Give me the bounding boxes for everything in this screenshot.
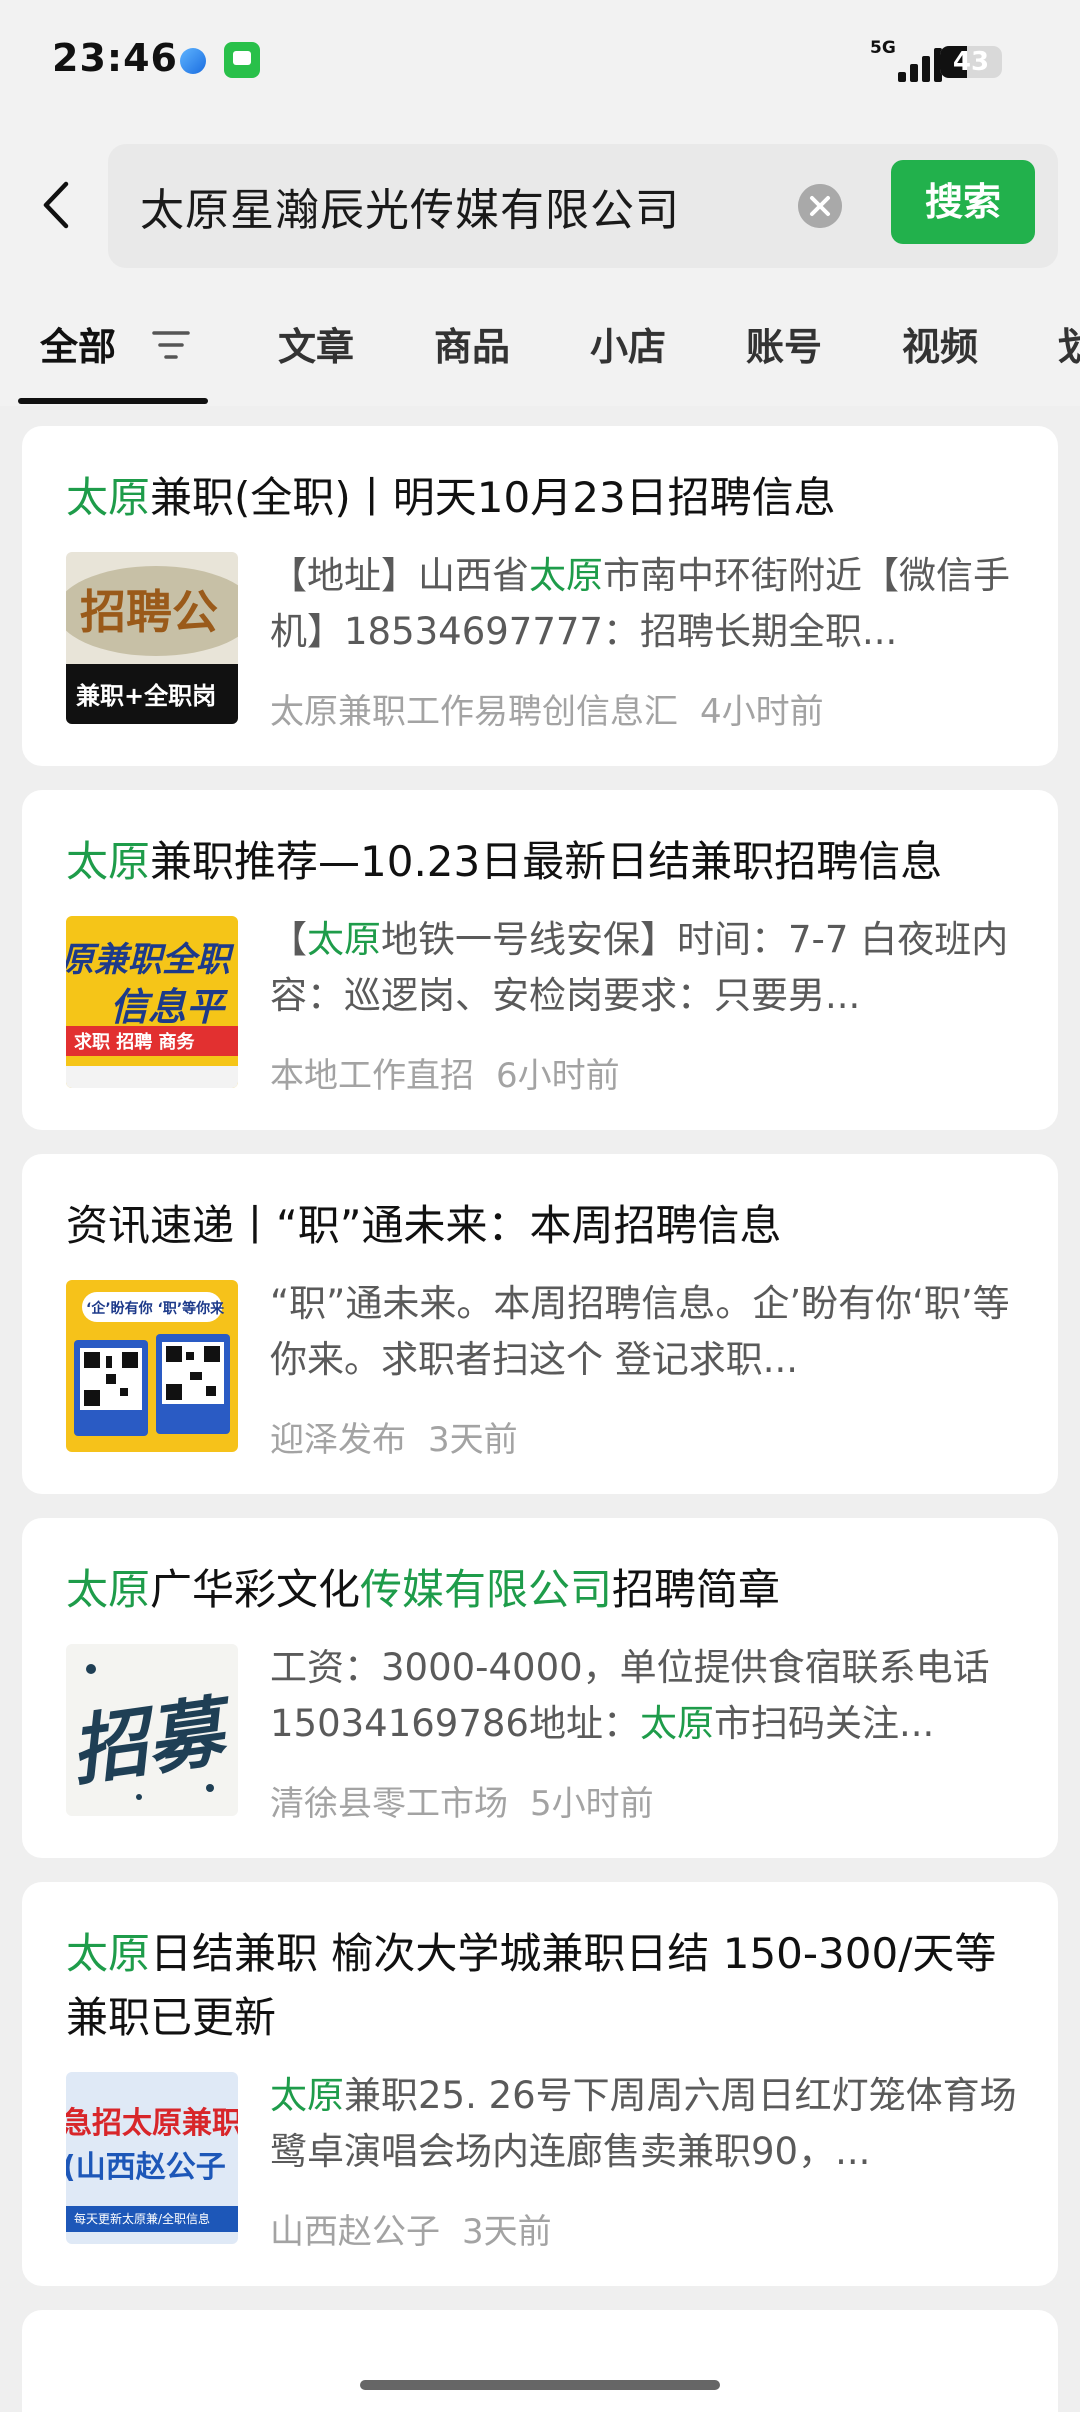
tab-products[interactable]: 商品 bbox=[434, 316, 510, 371]
result-meta: 清徐县零工市场 5小时前 bbox=[270, 1776, 654, 1825]
job-platform-banner-icon: 原兼职全职 信息平 求职 招聘 商务 bbox=[66, 916, 238, 1088]
battery-icon: 43 bbox=[940, 46, 1002, 78]
thumb-tagline: 每天更新太原兼/全职信息 bbox=[74, 2212, 211, 2226]
home-indicator[interactable] bbox=[360, 2380, 720, 2390]
status-time: 23:46 bbox=[52, 36, 178, 80]
result-source: 太原兼职工作易聘创信息汇 bbox=[270, 692, 678, 732]
keyword-highlight: 太原 bbox=[66, 1929, 151, 1978]
keyword-highlight: 传媒有限公司 bbox=[360, 1565, 613, 1614]
clear-icon[interactable] bbox=[798, 184, 842, 228]
recruit-poster-icon: 招聘公 兼职+全职岗 bbox=[66, 552, 238, 724]
text-segment: 日结兼职 榆次大学城兼职日结 150-300/天等兼职已更新 bbox=[66, 1929, 997, 2042]
search-header: 太原星瀚辰光传媒有限公司 搜索 bbox=[0, 120, 1080, 290]
result-meta: 迎泽发布 3天前 bbox=[270, 1412, 518, 1461]
result-card[interactable]: 太原兼职(全职)丨明天10月23日招聘信息 招聘公 兼职+全职岗 【地址】山西省… bbox=[22, 426, 1058, 766]
results-list: 太原兼职(全职)丨明天10月23日招聘信息 招聘公 兼职+全职岗 【地址】山西省… bbox=[0, 406, 1080, 2412]
text-segment: 市扫码关注... bbox=[713, 1702, 935, 1745]
tab-articles[interactable]: 文章 bbox=[278, 316, 354, 371]
result-snippet: 【地址】山西省太原市南中环街附近【微信手机】18534697777：招聘长期全职… bbox=[270, 548, 1030, 660]
tab-shops[interactable]: 小店 bbox=[590, 316, 666, 371]
thumb-caption: 招募 bbox=[66, 1686, 229, 1797]
result-snippet: 工资：3000-4000，单位提供食宿联系电话15034169786地址：太原市… bbox=[270, 1640, 1030, 1752]
result-title[interactable]: 太原兼职(全职)丨明天10月23日招聘信息 bbox=[66, 466, 1036, 530]
result-card[interactable]: 太原兼职推荐—10.23日最新日结兼职招聘信息 原兼职全职 信息平 求职 招聘 … bbox=[22, 790, 1058, 1130]
result-card-partial[interactable] bbox=[22, 2310, 1058, 2412]
filter-icon[interactable] bbox=[150, 328, 192, 362]
tab-all[interactable]: 全部 bbox=[40, 316, 116, 371]
result-title[interactable]: 太原兼职推荐—10.23日最新日结兼职招聘信息 bbox=[66, 830, 1036, 894]
result-time: 5小时前 bbox=[530, 1784, 654, 1824]
search-button[interactable]: 搜索 bbox=[891, 160, 1035, 244]
text-segment: 兼职25. 26号下周周六周日红灯笼体育场鹭卓演唱会场内连廊售卖兼职90，... bbox=[270, 2074, 1017, 2173]
result-source: 迎泽发布 bbox=[270, 1420, 406, 1460]
result-title[interactable]: 资讯速递丨“职”通未来：本周招聘信息 bbox=[66, 1194, 1036, 1258]
messages-app-icon bbox=[224, 42, 260, 78]
result-time: 6小时前 bbox=[496, 1056, 620, 1096]
thumb-caption: 招聘公 bbox=[80, 585, 218, 639]
result-snippet: 太原兼职25. 26号下周周六周日红灯笼体育场鹭卓演唱会场内连廊售卖兼职90，.… bbox=[270, 2068, 1030, 2180]
result-time: 3天前 bbox=[428, 1420, 518, 1460]
thumb-caption: 原兼职全职 bbox=[66, 940, 230, 980]
keyword-highlight: 太原 bbox=[270, 2074, 344, 2117]
urgent-hiring-banner-icon: 急招太原兼职 (山西赵公子 每天更新太原兼/全职信息 bbox=[66, 2072, 238, 2244]
status-bar: 23:46 5G 43 bbox=[0, 0, 1080, 120]
result-source: 本地工作直招 bbox=[270, 1056, 474, 1096]
qr-code-icon: ‘企’盼有你 ‘职’等你来 bbox=[66, 1280, 238, 1452]
qr-code-right bbox=[162, 1342, 224, 1404]
text-segment: 兼职(全职)丨明天10月23日招聘信息 bbox=[150, 473, 836, 522]
text-segment: 兼职推荐—10.23日最新日结兼职招聘信息 bbox=[150, 837, 943, 886]
result-meta: 太原兼职工作易聘创信息汇 4小时前 bbox=[270, 684, 824, 733]
keyword-highlight: 太原 bbox=[66, 473, 151, 522]
tab-accounts[interactable]: 账号 bbox=[746, 316, 822, 371]
text-segment: 广华彩文化 bbox=[150, 1565, 361, 1614]
text-segment: 【地址】山西省 bbox=[270, 554, 529, 597]
result-meta: 山西赵公子 3天前 bbox=[270, 2204, 552, 2253]
thumb-caption: ‘企’盼有你 ‘职’等你来 bbox=[86, 1301, 225, 1317]
text-segment: 地铁一号线安保】时间：7-7 白夜班内容：巡逻岗、安检岗要求：只要男... bbox=[270, 918, 1009, 1017]
tab-videos[interactable]: 视频 bbox=[902, 316, 978, 371]
text-segment: “职”通未来。本周招聘信息。企’盼有你‘职’等你来。求职者扫这个 登记求职... bbox=[270, 1282, 1010, 1381]
result-time: 3天前 bbox=[462, 2212, 552, 2252]
thumb-subcaption: 兼职+全职岗 bbox=[76, 682, 217, 710]
active-tab-indicator bbox=[18, 398, 208, 404]
thumb-subcaption: (山西赵公子 bbox=[66, 2150, 226, 2185]
thumb-subcaption: 信息平 bbox=[110, 985, 225, 1029]
search-input[interactable]: 太原星瀚辰光传媒有限公司 bbox=[140, 174, 680, 238]
thumb-caption: 急招太原兼职 bbox=[66, 2106, 238, 2141]
thumb-tagline: 求职 招聘 商务 bbox=[74, 1032, 195, 1053]
result-title[interactable]: 太原日结兼职 榆次大学城兼职日结 150-300/天等兼职已更新 bbox=[66, 1922, 1036, 2050]
text-segment: 【 bbox=[270, 918, 307, 961]
result-meta: 本地工作直招 6小时前 bbox=[270, 1048, 620, 1097]
filter-tabs: 全部 文章 商品 小店 账号 视频 划 bbox=[0, 290, 1080, 406]
result-card[interactable]: 太原广华彩文化传媒有限公司招聘简章 招募 工资：3000-4000，单位提供食宿… bbox=[22, 1518, 1058, 1858]
result-source: 清徐县零工市场 bbox=[270, 1784, 508, 1824]
notification-app-icon bbox=[180, 48, 206, 74]
keyword-highlight: 太原 bbox=[66, 837, 151, 886]
search-results-screen: 23:46 5G 43 太原星瀚辰光传媒有限公司 搜索 全部 文章 商品 小店 … bbox=[0, 0, 1080, 2412]
text-segment: 资讯速递丨“职”通未来：本周招聘信息 bbox=[66, 1201, 782, 1250]
result-card[interactable]: 太原日结兼职 榆次大学城兼职日结 150-300/天等兼职已更新 急招太原兼职 … bbox=[22, 1882, 1058, 2286]
result-source: 山西赵公子 bbox=[270, 2212, 440, 2252]
result-time: 4小时前 bbox=[700, 692, 824, 732]
text-segment: 招聘简章 bbox=[612, 1565, 781, 1614]
result-card[interactable]: 资讯速递丨“职”通未来：本周招聘信息 ‘企’盼有你 ‘职’等你来 “职”通未来。… bbox=[22, 1154, 1058, 1494]
calligraphy-recruit-icon: 招募 bbox=[66, 1644, 238, 1816]
keyword-highlight: 太原 bbox=[639, 1702, 714, 1745]
result-snippet: “职”通未来。本周招聘信息。企’盼有你‘职’等你来。求职者扫这个 登记求职... bbox=[270, 1276, 1030, 1388]
result-title[interactable]: 太原广华彩文化传媒有限公司招聘简章 bbox=[66, 1558, 1036, 1622]
keyword-highlight: 太原 bbox=[529, 554, 603, 597]
keyword-highlight: 太原 bbox=[66, 1565, 151, 1614]
result-snippet: 【太原地铁一号线安保】时间：7-7 白夜班内容：巡逻岗、安检岗要求：只要男... bbox=[270, 912, 1030, 1024]
back-arrow-icon[interactable] bbox=[34, 180, 84, 230]
keyword-highlight: 太原 bbox=[307, 918, 381, 961]
qr-code-left bbox=[80, 1348, 142, 1410]
battery-percent: 43 bbox=[952, 47, 990, 77]
search-box[interactable]: 太原星瀚辰光传媒有限公司 搜索 bbox=[108, 144, 1058, 268]
tab-more[interactable]: 划 bbox=[1058, 316, 1080, 371]
